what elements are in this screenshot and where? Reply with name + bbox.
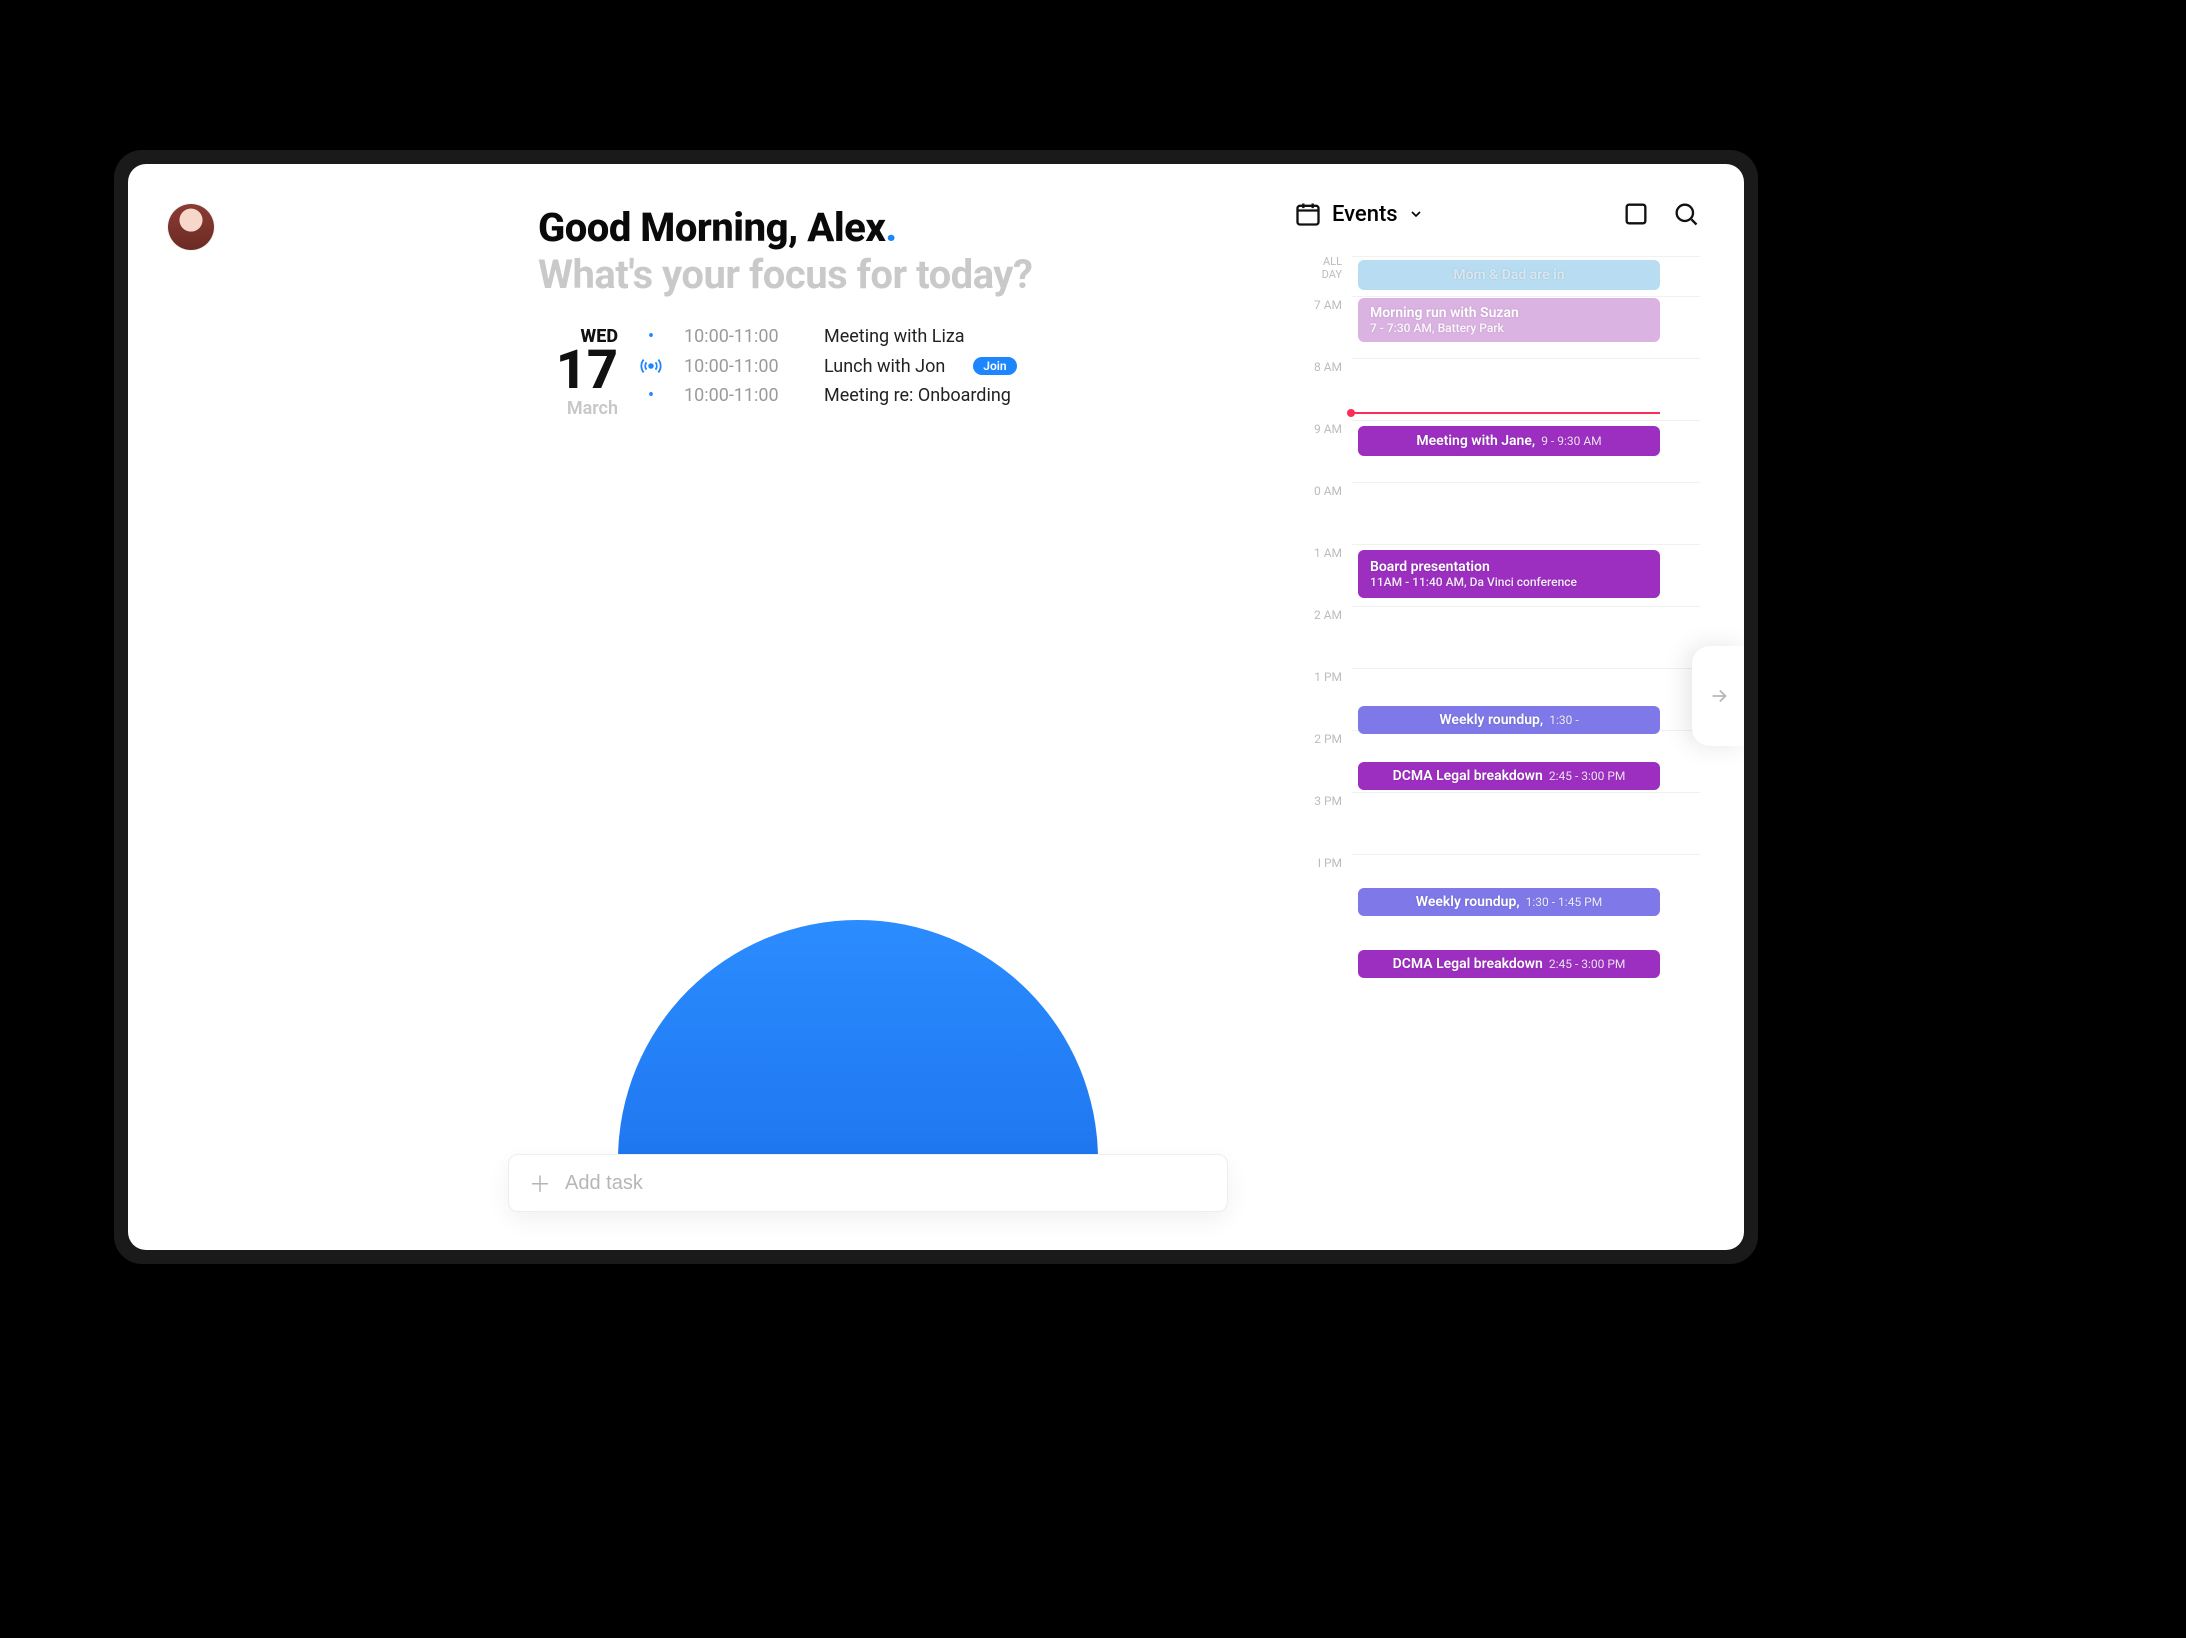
hero-block: Good Morning, Alex. What's your focus fo… [538, 204, 1294, 298]
date-day: 17 [528, 347, 618, 396]
calendar-event[interactable]: Board presentation 11AM - 11:40 AM, Da V… [1358, 550, 1660, 598]
event-title: Meeting with Jane, [1416, 433, 1535, 449]
search-icon[interactable] [1672, 200, 1700, 228]
calendar-event[interactable]: Weekly roundup, 1:30 - 1:45 PM [1358, 888, 1660, 916]
event-title: Weekly roundup, [1439, 712, 1543, 728]
left-pane: Good Morning, Alex. What's your focus fo… [128, 164, 1294, 1250]
event-subtitle: 7 - 7:30 AM, Battery Park [1370, 321, 1648, 335]
event-subtitle: 1:30 - [1549, 713, 1578, 727]
sunrise-graphic [618, 920, 1098, 1160]
calendar-icon [1294, 200, 1322, 228]
agenda-time: 10:00-11:00 [684, 326, 804, 347]
event-title: DCMA Legal breakdown [1393, 956, 1543, 972]
date-block: WED 17 March [528, 326, 618, 419]
all-day-label: ALL DAY [1294, 256, 1352, 296]
subgreeting: What's your focus for today? [538, 251, 1294, 298]
calendar-event[interactable]: Mom & Dad are in [1358, 260, 1660, 290]
agenda-time: 10:00-11:00 [684, 356, 804, 377]
hour-label: I PM [1294, 854, 1352, 916]
bullet-icon [638, 385, 664, 406]
event-title: Weekly roundup, [1416, 894, 1520, 910]
hour-label: 2 PM [1294, 730, 1352, 792]
view-toggle-icon[interactable] [1622, 200, 1650, 228]
plus-icon: ＋ [529, 1167, 551, 1199]
events-layer: Mom & Dad are in Morning run with Suzan 7… [1352, 256, 1700, 916]
date-month: March [528, 398, 618, 419]
agenda-item[interactable]: 10:00-11:00 Lunch with Jon Join [638, 355, 1017, 377]
avatar[interactable] [168, 204, 214, 250]
calendar-event[interactable]: DCMA Legal breakdown 2:45 - 3:00 PM [1358, 762, 1660, 790]
hour-label: 3 PM [1294, 792, 1352, 854]
hour-label: 9 AM [1294, 420, 1352, 482]
event-title: Morning run with Suzan [1370, 305, 1648, 321]
add-task-bar[interactable]: ＋ [508, 1154, 1228, 1212]
hour-label: 0 AM [1294, 482, 1352, 544]
next-day-tab[interactable] [1692, 646, 1744, 746]
agenda-item[interactable]: 10:00-11:00 Meeting re: Onboarding [638, 385, 1017, 406]
agenda-item[interactable]: 10:00-11:00 Meeting with Liza [638, 326, 1017, 347]
calendar-event[interactable]: Morning run with Suzan 7 - 7:30 AM, Batt… [1358, 298, 1660, 342]
agenda-list: 10:00-11:00 Meeting with Liza 10:00-11:00 L… [638, 326, 1017, 406]
event-subtitle: 2:45 - 3:00 PM [1549, 957, 1626, 971]
calendar-event[interactable]: Meeting with Jane, 9 - 9:30 AM [1358, 426, 1660, 456]
event-title: Mom & Dad are in [1453, 267, 1564, 283]
event-subtitle: 2:45 - 3:00 PM [1549, 769, 1626, 783]
tablet-frame: Good Morning, Alex. What's your focus fo… [114, 150, 1758, 1264]
arrow-right-icon [1708, 685, 1730, 707]
event-title: Board presentation [1370, 559, 1648, 575]
calendar-event[interactable]: DCMA Legal breakdown 2:45 - 3:00 PM [1358, 950, 1660, 978]
event-subtitle: 9 - 9:30 AM [1541, 434, 1601, 448]
bullet-icon [638, 326, 664, 347]
calendar-event[interactable]: Weekly roundup, 1:30 - [1358, 706, 1660, 734]
hour-label: 8 AM [1294, 358, 1352, 420]
events-dropdown[interactable]: Events [1294, 200, 1424, 228]
event-subtitle: 11AM - 11:40 AM, Da Vinci conference [1370, 575, 1648, 589]
greeting-dot: . [885, 204, 896, 251]
events-label: Events [1332, 202, 1398, 227]
hour-label: 7 AM [1294, 296, 1352, 358]
event-title: DCMA Legal breakdown [1393, 768, 1543, 784]
agenda-title: Meeting with Liza [824, 326, 965, 347]
app-screen: Good Morning, Alex. What's your focus fo… [128, 164, 1744, 1250]
chevron-down-icon [1408, 206, 1424, 222]
agenda-time: 10:00-11:00 [684, 385, 804, 406]
add-task-input[interactable] [565, 1172, 1207, 1195]
greeting: Good Morning, Alex. [538, 204, 1294, 251]
join-button[interactable]: Join [973, 357, 1016, 375]
now-indicator [1352, 412, 1660, 414]
calendar-timeline[interactable]: ALL DAY 7 AM8 AM9 AM0 AM1 AM2 AM1 PM2 PM… [1294, 256, 1700, 916]
hour-label: 1 PM [1294, 668, 1352, 730]
greeting-text: Good Morning, Alex [538, 204, 885, 251]
hour-label: 1 AM [1294, 544, 1352, 606]
agenda-title: Lunch with Jon [824, 356, 945, 377]
toolbar-actions [1622, 200, 1700, 228]
right-pane: Events ALL DAY 7 AM8 AM9 AM0 AM1 AM2 AM1… [1294, 164, 1744, 1250]
calendar-toolbar: Events [1294, 200, 1700, 228]
agenda-title: Meeting re: Onboarding [824, 385, 1011, 406]
broadcast-icon [638, 355, 664, 377]
hour-label: 2 AM [1294, 606, 1352, 668]
event-subtitle: 1:30 - 1:45 PM [1526, 895, 1603, 909]
